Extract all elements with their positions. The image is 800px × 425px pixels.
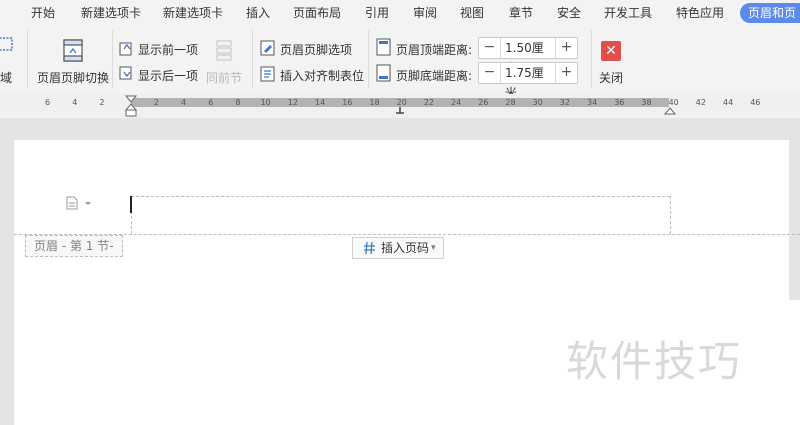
decrease-button[interactable]: − — [479, 38, 500, 58]
tab-home[interactable]: 开始 — [31, 0, 55, 26]
text-cursor — [130, 196, 132, 213]
show-previous-button[interactable]: 显示前一项 — [138, 41, 198, 58]
insert-page-number-label: 插入页码 — [381, 241, 430, 255]
ruler-label: 42 — [695, 98, 706, 107]
increase-button[interactable]: + — [556, 63, 577, 83]
same-as-previous-button[interactable]: 同前节 — [206, 69, 242, 86]
ruler-label: 46 — [750, 98, 761, 107]
close-button[interactable]: 关闭 — [599, 69, 623, 86]
ruler-label: 16 — [342, 98, 353, 107]
divider — [112, 30, 113, 88]
same-as-previous-icon — [216, 40, 232, 61]
tab-view[interactable]: 视图 — [460, 0, 484, 26]
divider — [368, 30, 369, 88]
ribbon-toolbar: 域 页眉页脚切换 显示前一项 显示后一项 同前节 页眉页脚选项 插入对齐制表位 — [0, 26, 800, 100]
divider — [27, 30, 28, 88]
tab-header-footer[interactable]: 页眉和页 — [740, 3, 800, 23]
ruler-label: 22 — [423, 98, 434, 107]
tab-new-2[interactable]: 新建选项卡 — [163, 0, 223, 26]
ruler-label: 2 — [153, 98, 159, 107]
tab-special-apps[interactable]: 特色应用 — [676, 0, 724, 26]
ruler-label: 2 — [99, 98, 105, 107]
header-area-top-border — [131, 196, 670, 197]
ruler-label: 18 — [369, 98, 380, 107]
tab-developer[interactable]: 开发工具 — [604, 0, 652, 26]
ruler-label: 38 — [641, 98, 652, 107]
tab-stop-marker-icon[interactable] — [395, 106, 405, 116]
horizontal-ruler[interactable]: 6 4 2 2 4 6 8 10 12 14 16 18 20 22 24 26 28 30 32 34 36 38 40 4… — [0, 94, 800, 118]
tab-page-layout[interactable]: 页面布局 — [293, 0, 341, 26]
header-top-distance-input[interactable]: 1.50厘米 — [500, 38, 556, 75]
chevron-down-icon: ▾ — [431, 243, 436, 253]
footer-bottom-distance-stepper: − 1.75厘米 + — [478, 62, 578, 100]
tab-review[interactable]: 审阅 — [413, 0, 437, 26]
ruler-label: 28 — [505, 98, 516, 107]
divider — [252, 30, 253, 88]
ruler-label: 8 — [235, 98, 241, 107]
ruler-label: 10 — [260, 98, 271, 107]
header-top-distance-stepper: − 1.50厘米 + — [478, 37, 578, 75]
close-icon[interactable]: ✕ — [601, 41, 621, 61]
insert-page-number-button[interactable]: 插入页码 ▾ — [352, 237, 444, 259]
header-top-distance-label: 页眉顶端距离: — [396, 43, 473, 57]
tab-references[interactable]: 引用 — [365, 0, 389, 26]
show-previous-icon — [119, 42, 132, 56]
ruler-label: 14 — [315, 98, 326, 107]
document-options-icon[interactable] — [66, 196, 94, 210]
increase-button[interactable]: + — [556, 38, 577, 58]
insert-align-tab-button[interactable]: 插入对齐制表位 — [280, 67, 364, 84]
ruler-label: 4 — [181, 98, 187, 107]
page-number-icon — [364, 241, 375, 255]
footer-bottom-distance-input[interactable]: 1.75厘米 — [500, 63, 556, 100]
ruler-label: 26 — [478, 98, 489, 107]
header-footer-options-button[interactable]: 页眉页脚选项 — [280, 41, 352, 58]
ruler-label: 44 — [723, 98, 734, 107]
footer-bottom-distance-icon — [376, 64, 391, 82]
tab-insert[interactable]: 插入 — [246, 0, 270, 26]
header-top-distance-icon — [376, 38, 391, 56]
tab-new-1[interactable]: 新建选项卡 — [81, 0, 141, 26]
header-section-label: 页眉 - 第 1 节- — [25, 235, 123, 257]
show-next-icon — [119, 66, 132, 80]
switch-header-footer-button[interactable]: 页眉页脚切换 — [37, 69, 109, 86]
indent-marker-icon[interactable] — [125, 94, 137, 118]
ruler-label: 32 — [559, 98, 570, 107]
watermark-text: 软件技巧 — [566, 337, 743, 386]
ruler-label: 36 — [614, 98, 625, 107]
header-footer-options-icon — [260, 40, 275, 56]
divider — [591, 30, 592, 88]
page-edge — [789, 300, 800, 425]
ribbon-tab-bar: 开始 新建选项卡 新建选项卡 插入 页面布局 引用 审阅 视图 章节 安全 开发… — [0, 0, 800, 26]
footer-bottom-distance-label: 页脚底端距离: — [396, 69, 473, 83]
show-next-button[interactable]: 显示后一项 — [138, 67, 198, 84]
domain-icon — [0, 37, 13, 51]
header-separator-line — [14, 234, 800, 235]
ruler-label: 24 — [451, 98, 462, 107]
switch-header-footer-icon — [63, 39, 83, 62]
insert-align-tab-icon — [260, 66, 275, 82]
ruler-label: 12 — [287, 98, 298, 107]
header-area-right-border — [670, 196, 671, 234]
tab-security[interactable]: 安全 — [557, 0, 581, 26]
ruler-label: 34 — [587, 98, 598, 107]
decrease-button[interactable]: − — [479, 63, 500, 83]
ruler-label: 30 — [532, 98, 543, 107]
domain-button-label[interactable]: 域 — [0, 69, 12, 86]
ruler-label: 6 — [208, 98, 214, 107]
right-indent-marker-icon[interactable] — [664, 104, 676, 116]
tab-section[interactable]: 章节 — [509, 0, 533, 26]
ruler-label: 4 — [72, 98, 78, 107]
ruler-label: 6 — [45, 98, 51, 107]
